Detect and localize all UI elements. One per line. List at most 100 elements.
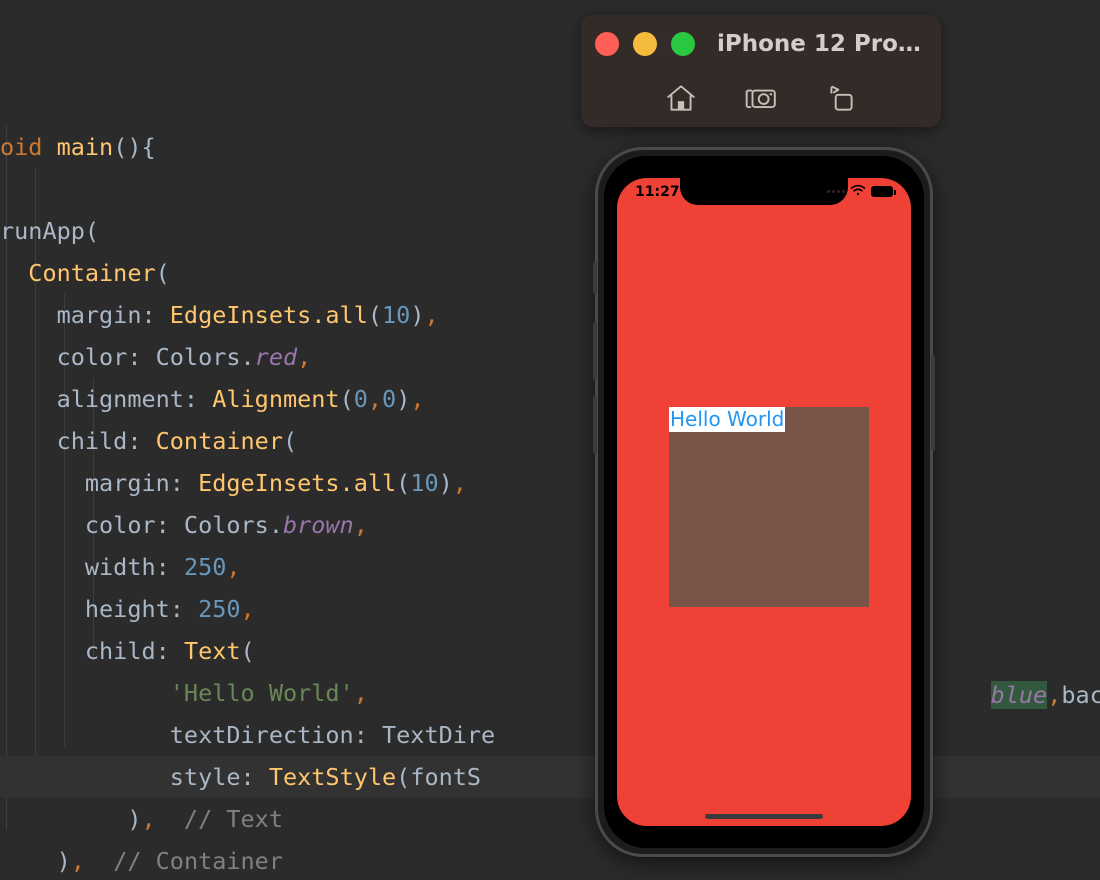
code-line[interactable] (0, 168, 1100, 210)
code-token: ( (367, 301, 383, 329)
code-token: (fontS (396, 763, 482, 791)
hello-world-text: Hello World (669, 407, 786, 432)
close-button[interactable] (595, 32, 619, 56)
code-token: , (424, 301, 439, 329)
code-line[interactable]: Container( (0, 252, 1100, 294)
code-token: ) (438, 469, 453, 497)
code-token: ) (0, 847, 71, 875)
code-token: 'Hello World' (169, 679, 354, 707)
code-token: , (70, 847, 85, 875)
code-line[interactable]: color: Colors.red, (0, 336, 1100, 378)
code-line[interactable]: oid main(){ (0, 126, 1100, 168)
code-token: textDirection: TextDire (0, 721, 496, 749)
wifi-icon (850, 184, 866, 200)
status-time: 11:27 (635, 183, 680, 200)
code-token: 10 (410, 469, 439, 497)
code-token: ) (0, 805, 142, 833)
code-fragment-right[interactable]: blue,backgr (934, 632, 1100, 758)
simulator-window-titlebar[interactable]: iPhone 12 Pro… (581, 15, 941, 127)
code-token: width: (0, 553, 184, 581)
code-line[interactable]: margin: EdgeInsets.all(10), (0, 294, 1100, 336)
device-screen[interactable]: 11:27 Hello World (617, 178, 911, 826)
minimize-button[interactable] (633, 32, 657, 56)
code-token: style: (0, 763, 269, 791)
code-token: ) (396, 385, 411, 413)
code-token: , (141, 805, 156, 833)
code-token: TextStyle (268, 763, 397, 791)
code-token: EdgeInsets.all (169, 301, 368, 329)
code-line[interactable]: runApp( (0, 210, 1100, 252)
code-line[interactable]: margin: EdgeInsets.all(10), (0, 462, 1100, 504)
code-token: // Container (84, 847, 283, 875)
volume-up-button[interactable] (593, 322, 597, 380)
code-token: ( (240, 637, 255, 665)
screenshot-camera-icon[interactable] (744, 81, 778, 115)
status-bar: 11:27 (617, 178, 911, 205)
code-token: Container (28, 259, 156, 287)
code-token: 250 (183, 553, 227, 581)
code-token: 10 (382, 301, 411, 329)
code-token-comma: , (1047, 681, 1062, 709)
code-token: EdgeInsets.all (198, 469, 397, 497)
volume-down-button[interactable] (593, 396, 597, 454)
code-lines[interactable]: oid main(){ runApp( Container( margin: E… (0, 126, 1100, 880)
code-token: runApp( (0, 217, 100, 245)
code-line[interactable]: alignment: Alignment(0,0), (0, 378, 1100, 420)
code-token: , (353, 511, 368, 539)
status-indicators (827, 184, 896, 200)
code-token: oid (0, 133, 57, 161)
titlebar-top-row: iPhone 12 Pro… (581, 15, 941, 73)
signal-dots-icon (827, 190, 845, 193)
code-token: ( (155, 259, 170, 287)
iphone-device-frame[interactable]: 11:27 Hello World (593, 147, 935, 857)
code-token: margin: (0, 301, 170, 329)
code-token: 0 (382, 385, 397, 413)
code-token: ( (396, 469, 411, 497)
battery-icon (871, 186, 896, 197)
code-token: child: (0, 637, 184, 665)
code-token: height: (0, 595, 199, 623)
code-token: Text (183, 637, 241, 665)
code-token: , (226, 553, 241, 581)
home-icon[interactable] (664, 81, 698, 115)
code-token: Container (155, 427, 283, 455)
code-line[interactable]: color: Colors.brown, (0, 504, 1100, 546)
code-token: (){ (113, 133, 156, 161)
code-line[interactable]: ), // Container (0, 840, 1100, 880)
silent-switch-button[interactable] (593, 262, 597, 294)
code-line[interactable]: width: 250, (0, 546, 1100, 588)
rotate-icon[interactable] (824, 81, 858, 115)
code-token: child: (0, 427, 156, 455)
code-token: brown (282, 511, 354, 539)
device-bezel: 11:27 Hello World (604, 156, 924, 848)
code-token: ) (410, 301, 425, 329)
code-token: Alignment (212, 385, 340, 413)
window-title: iPhone 12 Pro… (717, 31, 921, 57)
code-line[interactable]: height: 250, (0, 588, 1100, 630)
code-token: 250 (198, 595, 241, 623)
code-token: margin: (0, 469, 199, 497)
code-line[interactable]: child: Container( (0, 420, 1100, 462)
screen-root: oid main(){ runApp( Container( margin: E… (0, 0, 1100, 880)
code-token: , (452, 469, 467, 497)
code-token: // Text (155, 805, 283, 833)
code-line[interactable]: style: TextStyle(fontS (0, 756, 1100, 798)
code-token: color: Colors. (0, 511, 283, 539)
code-token: , (353, 679, 368, 707)
code-token: main (56, 133, 114, 161)
code-token: alignment: (0, 385, 213, 413)
code-token: , (297, 343, 312, 371)
code-line[interactable]: ), // Text (0, 798, 1100, 840)
code-token: , (367, 385, 383, 413)
code-token: ( (282, 427, 298, 455)
zoom-button[interactable] (671, 32, 695, 56)
home-indicator[interactable] (705, 814, 823, 819)
code-token: color: Colors. (0, 343, 255, 371)
code-token: , (410, 385, 425, 413)
power-button[interactable] (931, 355, 935, 451)
code-token-backgr: backgr (1061, 681, 1100, 709)
code-token: red (254, 343, 298, 371)
code-token-blue: blue (990, 681, 1048, 709)
